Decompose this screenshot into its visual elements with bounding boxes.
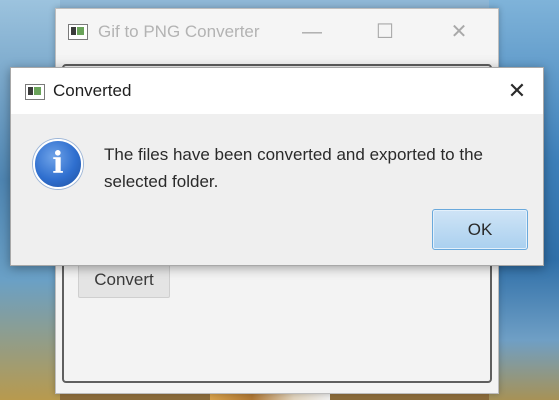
dialog-titlebar[interactable]: Converted ✕ [11, 68, 543, 114]
maximize-icon[interactable]: ☐ [365, 17, 405, 47]
app-icon [25, 84, 45, 100]
convert-button[interactable]: Convert [78, 262, 170, 298]
info-icon: i [33, 139, 83, 189]
main-window-title: Gif to PNG Converter [98, 22, 260, 41]
desktop-background: Gif to PNG Converter — ☐ ✕ Convert Conve… [0, 0, 559, 400]
app-icon [68, 24, 88, 40]
close-icon[interactable]: ✕ [497, 76, 537, 106]
dialog-message: The files have been converted and export… [104, 145, 483, 191]
main-titlebar[interactable]: Gif to PNG Converter — ☐ ✕ [56, 9, 498, 55]
close-icon[interactable]: ✕ [439, 17, 479, 47]
dialog-title: Converted [53, 81, 132, 100]
info-glyph: i [52, 146, 64, 181]
converted-dialog: Converted ✕ i The files have been conver… [10, 67, 544, 266]
ok-button[interactable]: OK [432, 209, 528, 250]
minimize-icon[interactable]: — [292, 17, 332, 47]
